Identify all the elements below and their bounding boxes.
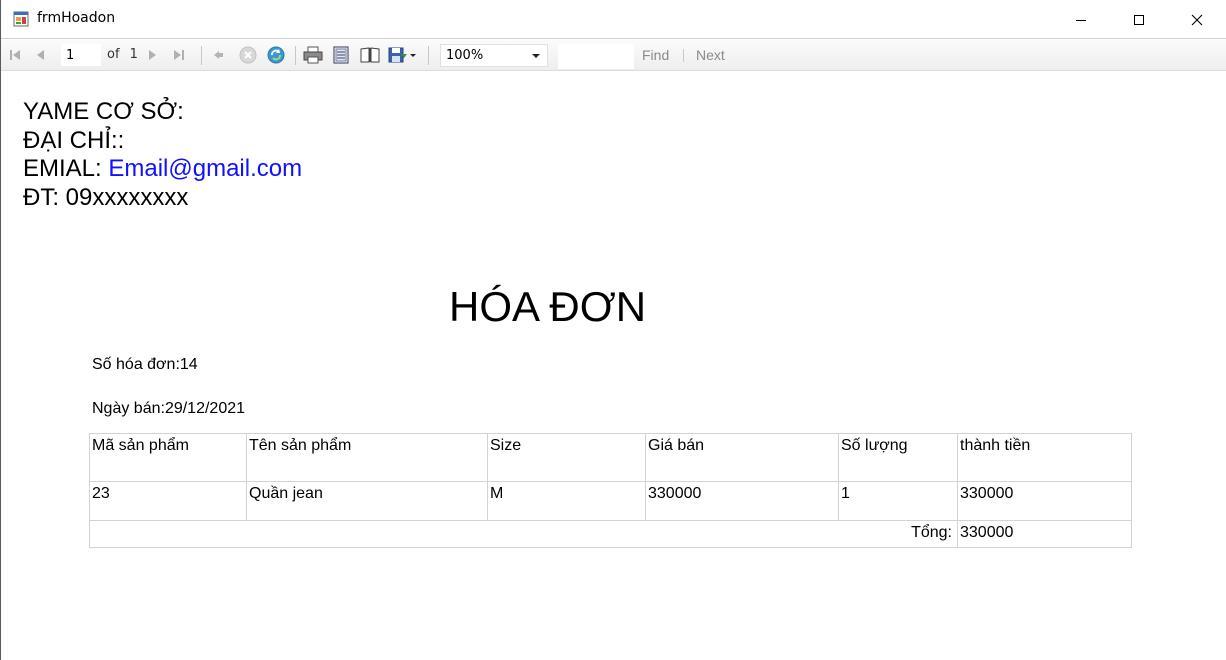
table-total-row: Tổng: 330000 xyxy=(89,520,1132,548)
table-cell: 330000 xyxy=(957,481,1132,521)
export-dropdown-icon[interactable] xyxy=(388,46,418,64)
toolbar-separator xyxy=(428,46,429,65)
page-number-input[interactable] xyxy=(61,44,101,66)
refresh-icon[interactable] xyxy=(266,46,286,64)
zoom-select[interactable]: 100% xyxy=(440,44,548,67)
toolbar-separator xyxy=(201,46,202,65)
total-label: Tổng: xyxy=(89,520,958,548)
email-value: Email@gmail.com xyxy=(108,155,303,182)
table-header-row: Mã sản phẩm Tên sản phẩm Size Giá bán Số… xyxy=(89,433,1132,482)
table-cell: 330000 xyxy=(645,481,839,521)
invoice-title: HÓA ĐƠN xyxy=(449,283,647,330)
first-page-icon[interactable] xyxy=(7,46,23,64)
print-icon[interactable] xyxy=(303,46,323,64)
toolbar-separator xyxy=(295,46,296,65)
shop-name: YAME CƠ SỞ: xyxy=(23,98,184,125)
maximize-button[interactable] xyxy=(1110,0,1168,39)
form-icon xyxy=(13,11,29,27)
chevron-down-icon xyxy=(532,54,540,58)
zoom-value: 100% xyxy=(446,48,484,63)
sale-date: Ngày bán:29/12/2021 xyxy=(92,400,246,417)
column-header: Giá bán xyxy=(645,433,839,482)
table-cell: 23 xyxy=(89,481,247,521)
table-cell: 1 xyxy=(838,481,958,521)
total-value: 330000 xyxy=(957,520,1132,548)
invoice-number: Số hóa đơn:14 xyxy=(92,356,198,373)
shop-address: ĐẠI CHỈ:: xyxy=(23,127,125,154)
shop-email: EMIAL: Email@gmail.com xyxy=(23,155,302,183)
toolbar-separator xyxy=(683,49,684,62)
email-label: EMIAL: xyxy=(23,155,109,182)
column-header: thành tiền xyxy=(957,433,1132,482)
report-window: frmHoadon 1 of 1 100% Find Next YAME CƠ … xyxy=(0,0,1226,660)
next-page-icon[interactable] xyxy=(144,46,160,64)
report-viewport: YAME CƠ SỞ: ĐẠI CHỈ:: EMIAL: Email@gmail… xyxy=(2,72,1226,660)
stop-icon[interactable] xyxy=(238,46,258,64)
of-text: of xyxy=(107,47,120,62)
table-row: 23 Quần jean M 330000 1 330000 xyxy=(89,481,1132,521)
minimize-button[interactable] xyxy=(1052,0,1110,39)
column-header: Tên sản phẩm xyxy=(246,433,488,482)
total-pages-text: 1 xyxy=(129,47,138,62)
table-cell: M xyxy=(487,481,646,521)
column-header: Mã sản phẩm xyxy=(89,433,247,482)
invoice-items-table: Mã sản phẩm Tên sản phẩm Size Giá bán Số… xyxy=(89,433,1132,548)
close-button[interactable] xyxy=(1168,0,1226,39)
find-next-link[interactable]: Next xyxy=(696,47,725,63)
back-icon[interactable] xyxy=(210,46,226,64)
shop-phone: ĐT: 09xxxxxxxx xyxy=(23,184,189,211)
print-layout-icon[interactable] xyxy=(331,46,351,64)
table-cell: Quần jean xyxy=(246,481,488,521)
column-header: Size xyxy=(487,433,646,482)
column-header: Số lượng xyxy=(838,433,958,482)
find-link[interactable]: Find xyxy=(642,47,669,63)
page-count-label: of 1 xyxy=(107,47,138,62)
page-setup-icon[interactable] xyxy=(359,46,381,64)
window-title: frmHoadon xyxy=(37,10,116,26)
find-text-input[interactable] xyxy=(558,44,634,69)
last-page-icon[interactable] xyxy=(171,46,187,64)
title-bar: frmHoadon xyxy=(1,0,1226,39)
previous-page-icon[interactable] xyxy=(33,46,49,64)
